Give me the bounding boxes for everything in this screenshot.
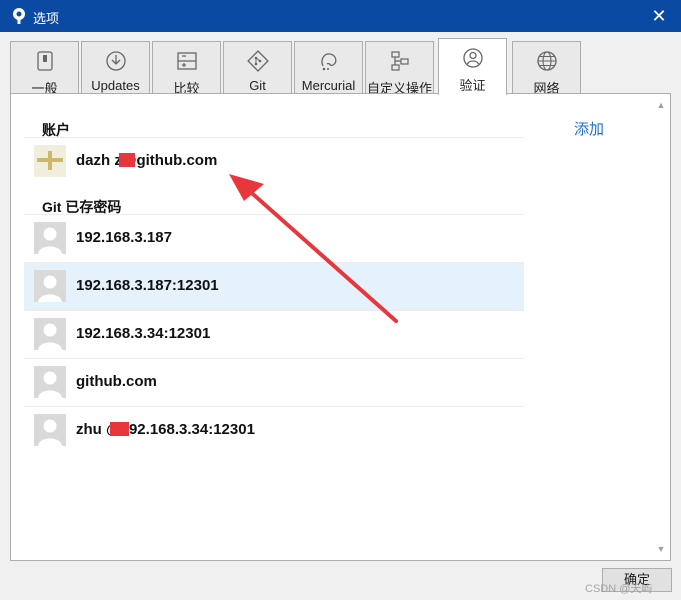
account-name: dazh z@github.com (76, 152, 218, 169)
redaction-mark (119, 153, 135, 167)
git-entry-host: 192.168.3.187:12301 (76, 277, 219, 294)
tab-compare[interactable]: 比较 (152, 41, 221, 96)
default-avatar-icon (34, 318, 66, 350)
tab-updates[interactable]: Updates (81, 41, 150, 94)
watermark: CSDN @天屿 (585, 583, 653, 595)
git-entry-row[interactable]: zhu @192.168.3.34:12301 (24, 407, 524, 454)
default-avatar-icon (34, 366, 66, 398)
user-icon (462, 48, 483, 68)
default-avatar-icon (34, 222, 66, 254)
scroll-up-icon[interactable]: ▲ (654, 98, 668, 112)
tab-authentication[interactable]: 验证 (438, 38, 507, 95)
git-entry-host: github.com (76, 373, 157, 390)
redaction-mark (110, 422, 129, 436)
tab-general[interactable]: 一般 (10, 41, 79, 96)
account-avatar (34, 145, 66, 177)
git-entry-row[interactable]: 192.168.3.187 (24, 215, 524, 262)
add-account-link[interactable]: 添加 (574, 118, 604, 139)
git-entry-host: 192.168.3.34:12301 (76, 325, 211, 342)
tab-custom-actions[interactable]: 自定义操作 (365, 41, 434, 96)
general-icon (36, 51, 53, 71)
auth-panel: 账户 添加 dazh z@github.com Git 已存密码 192.168… (10, 93, 671, 561)
tab-mercurial[interactable]: Mercurial (294, 41, 363, 94)
git-entry-host: 192.168.3.187 (76, 229, 172, 246)
globe-icon (536, 51, 557, 71)
git-entry-row[interactable]: github.com (24, 359, 524, 406)
compare-icon (176, 52, 197, 70)
tab-network[interactable]: 网络 (512, 41, 581, 96)
tab-label: Mercurial (301, 78, 356, 93)
git-entry-row[interactable]: 192.168.3.34:12301 (24, 311, 524, 358)
account-row[interactable]: dazh z@github.com (24, 138, 524, 185)
scroll-down-icon[interactable]: ▼ (654, 542, 668, 556)
git-icon (246, 50, 269, 72)
sourcetree-icon (13, 8, 25, 24)
tab-label: 验证 (459, 78, 486, 93)
mercurial-icon (320, 53, 336, 71)
title-bar: 选项 ✕ (0, 0, 681, 32)
window-title: 选项 (33, 11, 60, 26)
git-entry-row[interactable]: 192.168.3.187:12301 (24, 263, 524, 310)
default-avatar-icon (34, 270, 66, 302)
download-icon (105, 51, 126, 71)
tab-label: Updates (91, 78, 140, 93)
custom-actions-icon (390, 51, 409, 71)
tab-git[interactable]: Git (223, 41, 292, 94)
default-avatar-icon (34, 414, 66, 446)
tab-label: Git (249, 78, 266, 93)
vertical-scrollbar[interactable]: ▲ ▼ (654, 96, 668, 558)
close-icon[interactable]: ✕ (645, 4, 673, 28)
git-entry-host: zhu @192.168.3.34:12301 (76, 421, 255, 438)
